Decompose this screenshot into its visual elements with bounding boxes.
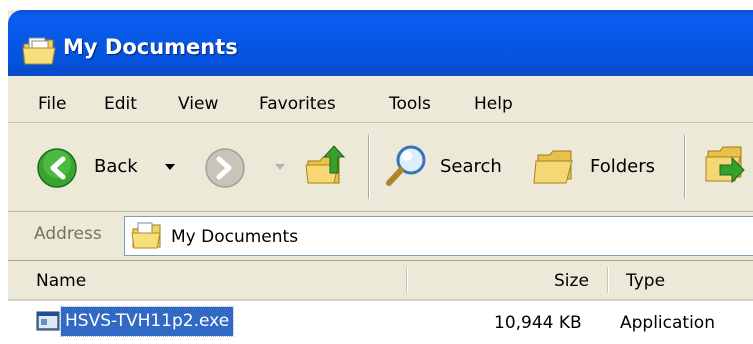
address-value: My Documents (171, 227, 299, 247)
up-folder-button[interactable] (304, 143, 352, 191)
column-header: Name Size Type (8, 261, 753, 301)
title-bar[interactable]: My Documents (8, 10, 753, 76)
back-arrow-icon (37, 148, 77, 188)
column-size[interactable]: Size (554, 271, 589, 291)
toolbar-separator (368, 135, 370, 199)
up-folder-icon (305, 145, 346, 184)
file-size: 10,944 KB (494, 313, 582, 333)
back-label: Back (94, 156, 138, 177)
column-divider[interactable] (406, 267, 408, 293)
address-field[interactable]: My Documents (124, 216, 753, 256)
folders-label: Folders (590, 156, 656, 177)
forward-arrow-icon (205, 148, 245, 188)
file-name[interactable]: HSVS-TVH11p2.exe (59, 306, 235, 337)
menu-tools[interactable]: Tools (389, 94, 431, 114)
column-divider[interactable] (607, 267, 609, 293)
column-type[interactable]: Type (626, 271, 665, 291)
menu-bar: File Edit View Favorites Tools Help (8, 76, 753, 123)
explorer-window: My Documents File Edit View Favorites To… (8, 10, 753, 344)
menu-favorites[interactable]: Favorites (259, 94, 336, 114)
back-button[interactable]: Back (36, 145, 206, 189)
menu-file[interactable]: File (38, 94, 66, 114)
address-label: Address (34, 224, 102, 244)
move-to-button[interactable] (702, 143, 753, 191)
menu-help[interactable]: Help (474, 94, 513, 114)
folder-documents-icon (131, 222, 161, 249)
column-name[interactable]: Name (36, 271, 86, 291)
file-row[interactable]: HSVS-TVH11p2.exe 10,944 KB Application (8, 305, 753, 341)
file-type: Application (620, 313, 715, 333)
magnifier-search-icon (386, 145, 426, 186)
toolbar-separator (684, 135, 686, 199)
search-button[interactable]: Search (384, 143, 520, 191)
forward-button[interactable] (204, 145, 294, 189)
folder-documents-icon (22, 37, 56, 65)
application-exe-icon (36, 311, 60, 331)
chevron-down-icon (275, 164, 285, 170)
menu-edit[interactable]: Edit (104, 94, 137, 114)
address-bar: Address My Documents (8, 212, 753, 260)
move-to-folder-icon (705, 146, 745, 184)
folders-icon (533, 150, 573, 184)
file-list: Name Size Type HSVS-TVH11p2.exe 10,944 K… (8, 260, 753, 344)
menu-view[interactable]: View (178, 94, 218, 114)
folders-button[interactable]: Folders (532, 143, 672, 191)
search-label: Search (440, 156, 502, 177)
chevron-down-icon (165, 164, 175, 170)
window-title: My Documents (63, 35, 238, 59)
toolbar: Back Search Folders (8, 123, 753, 212)
